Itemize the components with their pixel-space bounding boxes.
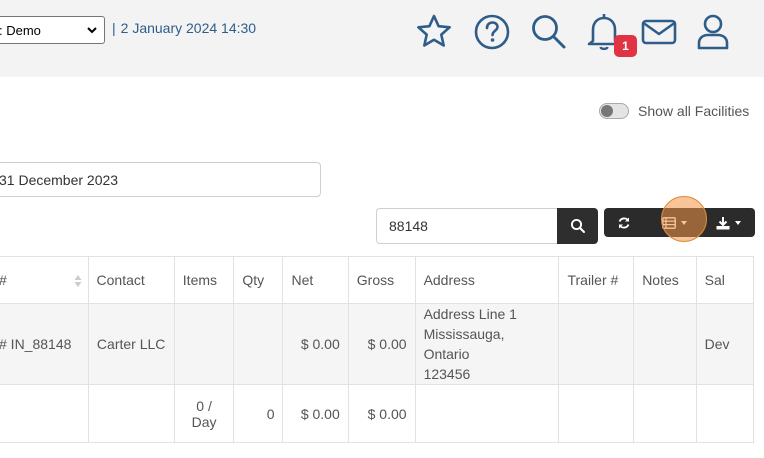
total-items: 0 / Day (173, 384, 235, 443)
cell-contact: Carter LLC (87, 303, 175, 385)
column-header-qty[interactable]: Qty (233, 256, 284, 304)
column-header-trailer[interactable]: Trailer # (558, 256, 635, 304)
date-input[interactable]: 31 December 2023 (0, 162, 321, 197)
export-menu-button[interactable] (708, 208, 748, 237)
cell-gross: $ 0.00 (347, 303, 416, 385)
cell-empty (633, 384, 697, 443)
cell-empty (695, 384, 755, 443)
show-all-facilities-label: Show all Facilities (638, 103, 750, 119)
table-row[interactable]: # IN_88148 Carter LLC $ 0.00 $ 0.00 Addr… (0, 303, 755, 385)
address-line: Address Line 1 (423, 306, 517, 322)
refresh-button[interactable] (610, 208, 638, 237)
column-header-address[interactable]: Address (414, 256, 560, 304)
column-header-items[interactable]: Items (173, 256, 235, 304)
search-input[interactable]: 88148 (376, 208, 558, 244)
download-icon (716, 216, 729, 229)
facility-select[interactable]: : Demo (0, 16, 105, 44)
cell-empty (87, 384, 175, 443)
search-icon (570, 218, 585, 233)
cell-empty (414, 384, 560, 443)
total-gross: $ 0.00 (347, 384, 416, 443)
show-all-facilities-toggle[interactable]: Show all Facilities (599, 103, 749, 119)
help-button[interactable] (472, 11, 512, 53)
cell-address: Address Line 1 Mississauga, Ontario 1234… (414, 303, 560, 385)
column-header-number[interactable]: # (0, 256, 89, 304)
address-line: Mississauga, Ontario (423, 326, 505, 362)
search-button[interactable] (557, 208, 598, 244)
help-icon (474, 14, 510, 50)
chevron-down-icon (85, 22, 99, 41)
star-icon (417, 14, 451, 47)
click-highlight-marker (661, 196, 707, 242)
cell-qty (233, 303, 284, 385)
current-datetime: | 2 January 2024 14:30 (112, 20, 256, 36)
mail-icon (641, 19, 677, 45)
refresh-icon (618, 217, 630, 228)
column-header-gross[interactable]: Gross (347, 256, 416, 304)
search-icon (532, 15, 566, 49)
total-items-line: 0 / (196, 397, 212, 414)
chevron-down-icon (734, 220, 741, 225)
datetime-text: 2 January 2024 14:30 (120, 20, 257, 36)
cell-trailer (558, 303, 635, 385)
column-label: # (0, 272, 7, 288)
cell-net: $ 0.00 (282, 303, 349, 385)
sort-icon[interactable] (74, 274, 82, 291)
toggle-knob (601, 105, 613, 117)
datetime-separator: | (112, 20, 116, 36)
column-header-net[interactable]: Net (282, 256, 349, 304)
cell-empty (0, 384, 89, 443)
cell-notes (633, 303, 697, 385)
column-header-contact[interactable]: Contact (87, 256, 175, 304)
column-header-sales[interactable]: Sal (695, 256, 755, 304)
toggle-switch[interactable] (599, 103, 629, 119)
facility-select-value: : Demo (0, 22, 41, 38)
notification-count-badge: 1 (614, 35, 637, 57)
table-header-row: # Contact Items Qty Net Gross Address Tr… (0, 256, 755, 304)
global-search-button[interactable] (529, 11, 569, 53)
total-qty: 0 (233, 384, 284, 443)
total-net: $ 0.00 (282, 384, 349, 443)
date-input-value: 31 December 2023 (0, 171, 119, 188)
orders-table: # Contact Items Qty Net Gross Address Tr… (0, 256, 755, 443)
user-icon (697, 14, 729, 50)
cell-number[interactable]: # IN_88148 (0, 303, 89, 385)
profile-button[interactable] (693, 11, 733, 53)
address-line: 123456 (423, 366, 471, 382)
total-items-line: Day (191, 413, 217, 430)
messages-button[interactable] (639, 11, 679, 53)
search-input-value: 88148 (389, 218, 428, 234)
totals-row: 0 / Day 0 $ 0.00 $ 0.00 (0, 384, 755, 443)
cell-items (173, 303, 235, 385)
column-header-notes[interactable]: Notes (633, 256, 697, 304)
cell-sales: Dev (695, 303, 755, 385)
favorites-button[interactable] (414, 11, 454, 53)
cell-empty (558, 384, 635, 443)
